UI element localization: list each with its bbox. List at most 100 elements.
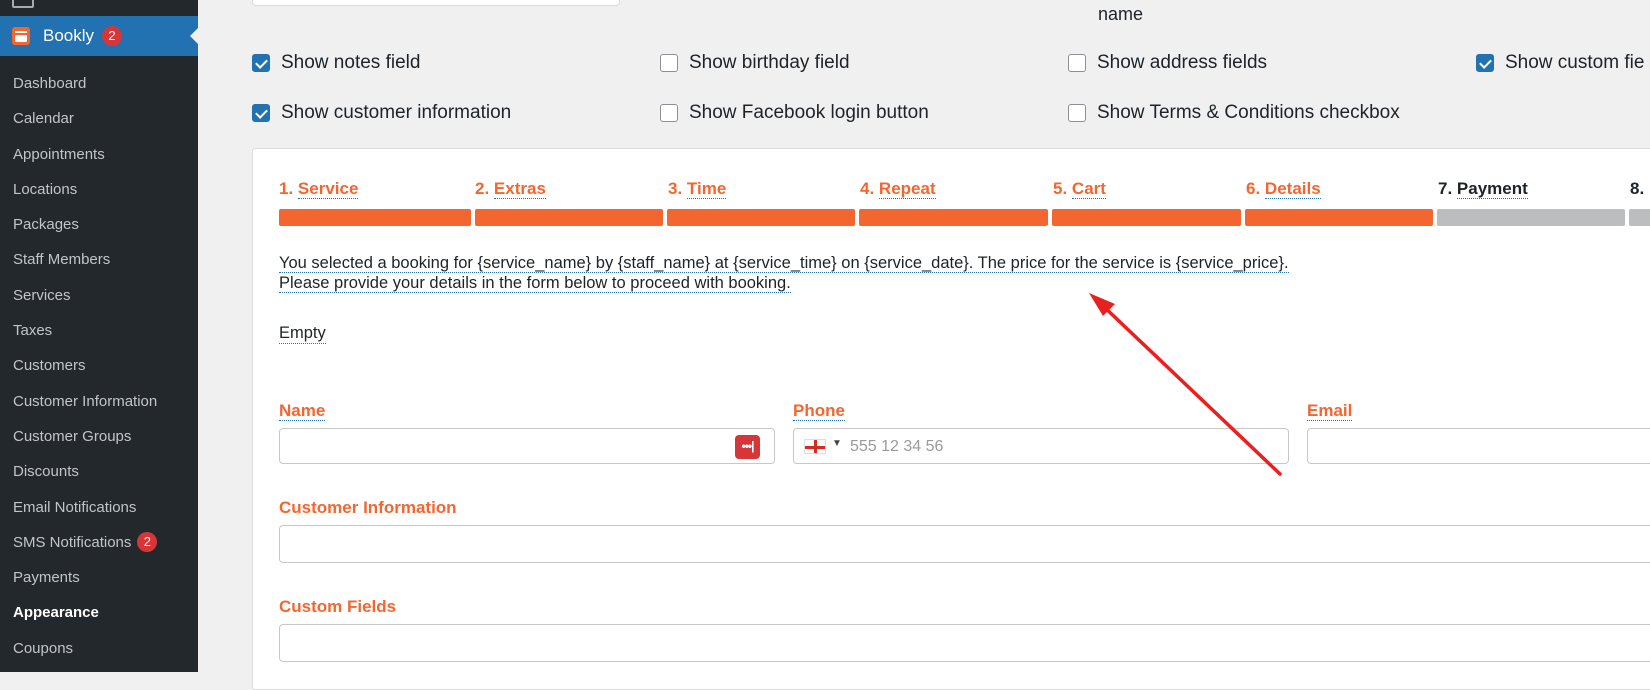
name-input[interactable]: •••| [279, 428, 775, 464]
step-title[interactable]: Details [1264, 179, 1321, 199]
step-title[interactable]: Cart [1071, 179, 1106, 199]
sidebar-item-calendar[interactable]: Calendar [0, 101, 198, 136]
sidebar-item-discounts[interactable]: Discounts [0, 454, 198, 489]
sidebar-item-settings[interactable] [0, 0, 198, 12]
sidebar-item-label: Packages [13, 216, 79, 234]
checkbox[interactable] [252, 54, 270, 72]
step-number: 8. [1630, 179, 1645, 198]
option-label: Show custom fie [1505, 52, 1645, 73]
option-label: Show Facebook login button [689, 102, 929, 123]
step-progress-bar [279, 209, 471, 226]
sidebar-item-label: Payments [13, 569, 80, 587]
name-label[interactable]: Name [279, 401, 326, 421]
step-progress-bar [667, 209, 855, 226]
email-input[interactable] [1307, 428, 1650, 464]
field-caption: name [1098, 4, 1144, 24]
sidebar-item-locations[interactable]: Locations [0, 172, 198, 207]
step-payment[interactable]: 7. Payment [1438, 179, 1528, 199]
custom-fields-label: Custom Fields [279, 597, 397, 616]
sidebar-item-label: Appointments [13, 145, 105, 163]
sidebar-item-packages[interactable]: Packages [0, 207, 198, 242]
option-show-terms-checkbox[interactable]: Show Terms & Conditions checkbox [1068, 101, 1400, 125]
step-time[interactable]: 3. Time [668, 179, 727, 199]
option-label: Show birthday field [689, 52, 850, 73]
option-show-facebook-login[interactable]: Show Facebook login button [660, 101, 929, 125]
step-extras[interactable]: 2. Extras [475, 179, 546, 199]
georgia-flag-icon[interactable] [804, 439, 826, 454]
step-number: 2. [475, 179, 490, 198]
sidebar-item-email-notifications[interactable]: Email Notifications [0, 490, 198, 525]
step-title[interactable]: Payment [1456, 179, 1528, 199]
step-number: 7. [1438, 179, 1453, 198]
option-show-address-fields[interactable]: Show address fields [1068, 51, 1267, 75]
sidebar-item-label: Customer Groups [13, 427, 132, 445]
phone-label[interactable]: Phone [793, 401, 845, 421]
checkbox[interactable] [660, 54, 678, 72]
step-service[interactable]: 1. Service [279, 179, 359, 199]
step-title[interactable]: Time [686, 179, 727, 199]
custom-field-input[interactable] [279, 624, 1650, 662]
empty-placeholder-text[interactable]: Empty [279, 324, 326, 344]
step-title[interactable]: Repeat [878, 179, 936, 199]
checkbox[interactable] [1068, 104, 1086, 122]
option-label: Show customer information [281, 102, 512, 123]
step-8[interactable]: 8. [1630, 179, 1644, 199]
sidebar-item-bookly[interactable]: Bookly 2 [0, 16, 198, 56]
sidebar-item-services[interactable]: Services [0, 278, 198, 313]
password-manager-icon[interactable]: •••| [735, 435, 760, 459]
sidebar-item-label: Customer Information [13, 392, 158, 410]
step-cart[interactable]: 5. Cart [1053, 179, 1106, 199]
step-title[interactable]: Extras [493, 179, 546, 199]
sidebar-item-label: Calendar [13, 110, 74, 128]
sidebar-item-label: Discounts [13, 463, 79, 481]
sidebar-item-label: Taxes [13, 322, 53, 340]
customer-information-label: Customer Information [279, 498, 457, 517]
step-details[interactable]: 6. Details [1246, 179, 1321, 199]
step-repeat[interactable]: 4. Repeat [860, 179, 936, 199]
option-label: Show Terms & Conditions checkbox [1097, 102, 1400, 123]
caret-down-icon[interactable]: ▼ [832, 438, 842, 449]
sidebar-item-label: Appearance [13, 604, 99, 622]
option-show-customer-information[interactable]: Show customer information [252, 101, 511, 125]
option-show-notes-field[interactable]: Show notes field [252, 51, 420, 75]
name-label-text: Name [279, 401, 326, 421]
sidebar-item-label: Coupons [13, 639, 74, 657]
info-line: You selected a booking for {service_name… [279, 254, 1289, 273]
checkbox[interactable] [1476, 54, 1494, 72]
sidebar-item-label: Dashboard [13, 75, 87, 92]
sidebar-item-customer-information[interactable]: Customer Information [0, 384, 198, 419]
option-show-custom-fields[interactable]: Show custom fie [1476, 51, 1644, 75]
sidebar-item-appointments[interactable]: Appointments [0, 137, 198, 172]
booking-form-preview: 1. Service 2. Extras 3. Time 4. Repeat 5… [252, 148, 1650, 690]
sidebar-item-label: Customers [13, 357, 86, 375]
sidebar-item-payments[interactable]: Payments [0, 560, 198, 595]
email-label-text: Email [1307, 401, 1353, 421]
email-label[interactable]: Email [1307, 401, 1353, 421]
step-number: 3. [668, 179, 683, 198]
sidebar-item-customers[interactable]: Customers [0, 348, 198, 383]
sidebar-item-appearance[interactable]: Appearance [0, 595, 198, 630]
checkbox[interactable] [660, 104, 678, 122]
customer-information-input[interactable] [279, 525, 1650, 563]
sidebar-item-dashboard[interactable]: Dashboard [0, 66, 198, 101]
sidebar-item-staff-members[interactable]: Staff Members [0, 242, 198, 277]
step-title[interactable]: Service [297, 179, 359, 199]
sidebar-item-customer-groups[interactable]: Customer Groups [0, 419, 198, 454]
option-label: Show notes field [281, 52, 421, 73]
notification-badge: 2 [102, 26, 122, 46]
sidebar-item-label: SMS Notifications [13, 533, 132, 551]
checkbox[interactable] [1068, 54, 1086, 72]
phone-input[interactable]: ▼ 555 12 34 56 [793, 428, 1289, 464]
sidebar-item-label: Services [13, 286, 71, 304]
sidebar-item-sms-notifications[interactable]: SMS Notifications 2 [0, 525, 198, 560]
option-label: Show address fields [1097, 52, 1268, 73]
text-input[interactable] [252, 0, 620, 6]
checkbox[interactable] [252, 104, 270, 122]
sidebar-item-coupons[interactable]: Coupons [0, 631, 198, 666]
details-info-text[interactable]: You selected a booking for {service_name… [279, 253, 1289, 293]
option-show-birthday-field[interactable]: Show birthday field [660, 51, 850, 75]
step-progress-bar [859, 209, 1048, 226]
sidebar-item-label: Staff Members [13, 251, 111, 269]
sidebar-item-taxes[interactable]: Taxes [0, 313, 198, 348]
step-number: 5. [1053, 179, 1068, 198]
